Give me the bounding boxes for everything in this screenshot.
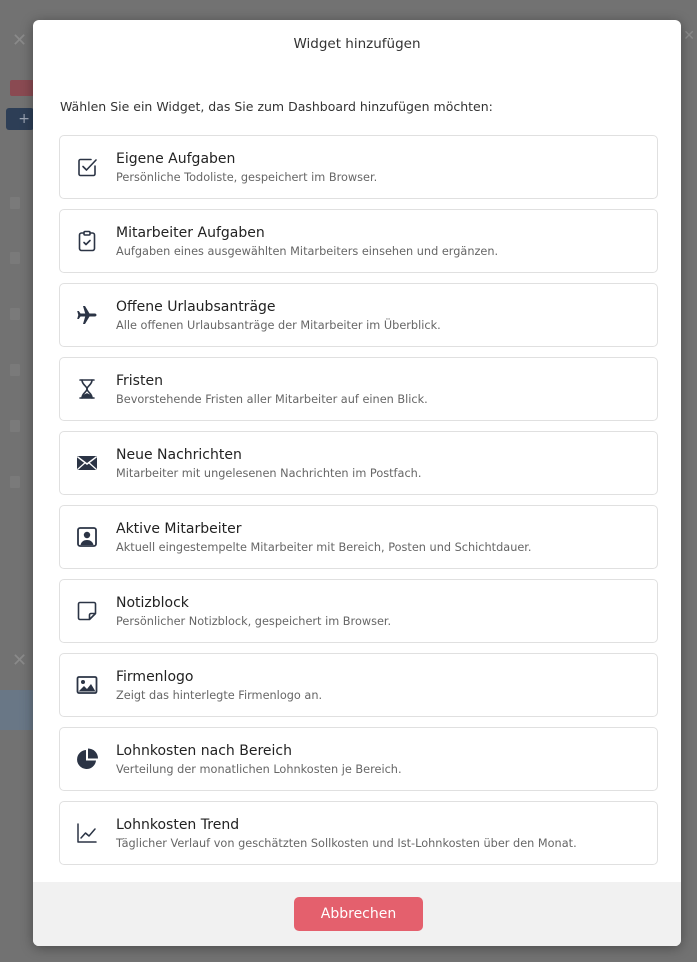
background-close-icon: ✕ [12, 30, 28, 51]
widget-option-notizblock[interactable]: Notizblock Persönlicher Notizblock, gesp… [59, 579, 658, 643]
cancel-button[interactable]: Abbrechen [294, 897, 423, 931]
widget-option-fristen[interactable]: Fristen Bevorstehende Fristen aller Mita… [59, 357, 658, 421]
widget-title: Lohnkosten Trend [116, 817, 240, 833]
widget-title: Offene Urlaubsanträge [116, 299, 276, 315]
background-red-button [10, 80, 34, 96]
widget-description: Alle offenen Urlaubsanträge der Mitarbei… [116, 319, 441, 332]
widget-description: Täglicher Verlauf von geschätzten Sollko… [116, 837, 577, 850]
background-trash-icon [10, 476, 20, 488]
person-badge-icon [73, 523, 101, 551]
widget-title: Neue Nachrichten [116, 447, 242, 463]
widget-option-neue-nachrichten[interactable]: Neue Nachrichten Mitarbeiter mit ungeles… [59, 431, 658, 495]
modal-intro-text: Wählen Sie ein Widget, das Sie zum Dashb… [60, 99, 493, 114]
background-trash-icon [10, 364, 20, 376]
background-close-icon: ✕ [683, 28, 695, 44]
widget-option-lohnkosten-trend[interactable]: Lohnkosten Trend Täglicher Verlauf von g… [59, 801, 658, 865]
widget-title: Fristen [116, 373, 163, 389]
widget-option-firmenlogo[interactable]: Firmenlogo Zeigt das hinterlegte Firmenl… [59, 653, 658, 717]
widget-description: Aufgaben eines ausgewählten Mitarbeiters… [116, 245, 499, 258]
envelope-icon [73, 449, 101, 477]
background-trash-icon [10, 308, 20, 320]
hourglass-icon [73, 375, 101, 403]
background-add-icon: + [6, 108, 34, 130]
widget-description: Zeigt das hinterlegte Firmenlogo an. [116, 689, 323, 702]
widget-description: Aktuell eingestempelte Mitarbeiter mit B… [116, 541, 532, 554]
widget-description: Mitarbeiter mit ungelesenen Nachrichten … [116, 467, 422, 480]
widget-option-mitarbeiter-aufgaben[interactable]: Mitarbeiter Aufgaben Aufgaben eines ausg… [59, 209, 658, 273]
widget-title: Eigene Aufgaben [116, 151, 236, 167]
widget-option-lohnkosten-nach-bereich[interactable]: Lohnkosten nach Bereich Verteilung der m… [59, 727, 658, 791]
background-sidebar: ✕ + ✕ [0, 0, 34, 962]
widget-description: Persönliche Todoliste, gespeichert im Br… [116, 171, 378, 184]
widget-option-eigene-aufgaben[interactable]: Eigene Aufgaben Persönliche Todoliste, g… [59, 135, 658, 199]
widget-description: Verteilung der monatlichen Lohnkosten je… [116, 763, 402, 776]
clipboard-check-icon [73, 227, 101, 255]
widget-list: Eigene Aufgaben Persönliche Todoliste, g… [59, 135, 658, 875]
widget-title: Lohnkosten nach Bereich [116, 743, 292, 759]
modal-title: Widget hinzufügen [293, 36, 421, 52]
widget-title: Firmenlogo [116, 669, 194, 685]
widget-description: Persönlicher Notizblock, gespeichert im … [116, 615, 392, 628]
airplane-icon [73, 301, 101, 329]
line-chart-icon [73, 819, 101, 847]
widget-title: Notizblock [116, 595, 189, 611]
background-highlight-band [0, 690, 34, 730]
background-trash-icon [10, 197, 20, 209]
pie-chart-icon [73, 745, 101, 773]
modal-footer: Abbrechen [33, 882, 681, 946]
widget-description: Bevorstehende Fristen aller Mitarbeiter … [116, 393, 428, 406]
widget-title: Mitarbeiter Aufgaben [116, 225, 265, 241]
image-icon [73, 671, 101, 699]
background-close-icon: ✕ [12, 650, 28, 671]
sticky-note-icon [73, 597, 101, 625]
background-trash-icon [10, 252, 20, 264]
background-trash-icon [10, 420, 20, 432]
add-widget-modal: Widget hinzufügen Wählen Sie ein Widget,… [33, 20, 681, 946]
widget-title: Aktive Mitarbeiter [116, 521, 242, 537]
background-right-edge: ✕ [681, 0, 697, 962]
checkbox-icon [73, 153, 101, 181]
widget-option-aktive-mitarbeiter[interactable]: Aktive Mitarbeiter Aktuell eingestempelt… [59, 505, 658, 569]
widget-option-offene-urlaubsantraege[interactable]: Offene Urlaubsanträge Alle offenen Urlau… [59, 283, 658, 347]
